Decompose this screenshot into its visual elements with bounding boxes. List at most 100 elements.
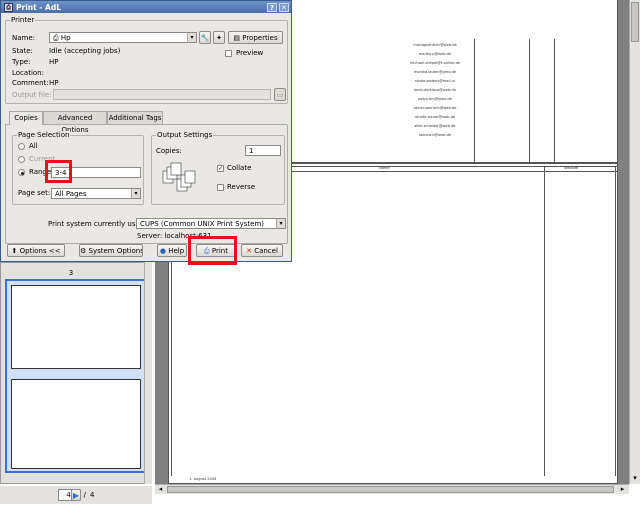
output-settings-title: Output Settings xyxy=(156,131,214,139)
range-radio[interactable] xyxy=(18,169,25,176)
page-text-line: monika.lauter@gmx.de xyxy=(413,70,457,74)
help-button[interactable]: ● Help xyxy=(157,244,187,257)
page-text-line: marika.p@web.de xyxy=(418,52,452,56)
thumbnail-page-3[interactable] xyxy=(11,285,141,369)
page-text-line: silke.scheider@web.de xyxy=(414,124,456,128)
column-header-name: Name xyxy=(379,166,390,170)
range-highlight-box xyxy=(45,160,72,183)
vertical-scrollbar[interactable]: ▴ ▾ xyxy=(629,0,640,484)
tab-copies[interactable]: Copies xyxy=(9,111,43,125)
collate-checkbox[interactable]: ✓ xyxy=(217,165,224,172)
output-file-field[interactable] xyxy=(53,89,271,100)
scroll-down-icon[interactable]: ▾ xyxy=(631,474,639,482)
column-header-website: Website xyxy=(564,166,579,170)
tab-additional-label: Additional Tags xyxy=(108,114,162,122)
dialog-title: Print - AdL xyxy=(16,2,61,12)
thumbnail-scrollbar[interactable] xyxy=(144,262,152,484)
collate-pages-icon xyxy=(161,161,203,193)
copies-value: 1 xyxy=(249,147,254,155)
all-radio[interactable] xyxy=(18,143,25,150)
page-set-label: Page set: xyxy=(18,189,51,197)
system-options-icon: ⚙ xyxy=(80,247,89,255)
state-label: State: xyxy=(12,47,33,55)
printer-tool-button[interactable]: 🔧 xyxy=(199,31,211,44)
wrench-icon: 🔧 xyxy=(200,34,210,42)
scroll-thumb[interactable] xyxy=(167,486,614,493)
folder-icon: ▭ xyxy=(276,91,284,99)
page-footer-date: 1. August 2006 xyxy=(189,477,217,481)
page-text-line: rainer.sohnsch@web.de xyxy=(413,106,457,110)
comment-value: HP xyxy=(49,79,59,87)
properties-button[interactable]: ▤ Properties xyxy=(228,31,283,44)
output-file-label: Output file: xyxy=(12,91,52,99)
chevron-down-icon: ▾ xyxy=(187,33,196,42)
page-set-select[interactable]: All Pages ▾ xyxy=(51,188,141,199)
scroll-thumb[interactable] xyxy=(631,2,639,42)
print-dialog: ⎙ Print - AdL ? ✕ Printer Name: ⎙ Hp ▾ 🔧… xyxy=(0,0,292,262)
type-label: Type: xyxy=(12,58,31,66)
print-system-select[interactable]: CUPS (Common UNIX Print System) ▾ xyxy=(136,218,286,229)
help-titlebar-icon[interactable]: ? xyxy=(267,2,277,12)
total-pages: 4 xyxy=(89,491,95,499)
all-label: All xyxy=(29,142,38,150)
page-text-line: doris.de/klaus@web.de xyxy=(414,88,456,92)
cancel-label: Cancel xyxy=(254,247,278,255)
tab-additional-tags[interactable]: Additional Tags xyxy=(107,111,163,124)
page-text-line: renate.siever@web.de xyxy=(414,115,456,119)
copies-spinbox[interactable]: 1 xyxy=(245,145,281,156)
tab-copies-label: Copies xyxy=(14,114,38,122)
dialog-titlebar[interactable]: ⎙ Print - AdL ? ✕ xyxy=(1,1,291,13)
page-text: mariaguentner@web.de marika.p@web.de micha… xyxy=(399,43,471,161)
page-selection-title: Page Selection xyxy=(17,131,71,139)
page-of-label: / xyxy=(83,491,86,499)
help-icon: ● xyxy=(159,247,169,255)
horizontal-scrollbar[interactable]: ◂ ▸ xyxy=(155,484,629,494)
state-value: Idle (accepting jobs) xyxy=(49,47,121,55)
print-system-label: Print system currently used: xyxy=(48,220,147,228)
reverse-checkbox[interactable] xyxy=(217,184,224,191)
close-icon[interactable]: ✕ xyxy=(279,2,289,12)
reverse-label: Reverse xyxy=(227,183,256,191)
arrow-up-icon: ⬆ xyxy=(11,247,20,255)
current-radio[interactable] xyxy=(18,156,25,163)
options-toggle-label: Options << xyxy=(19,247,61,255)
thumbnail-page-4[interactable] xyxy=(11,379,141,469)
page-text-line: michael.stiepel@t-online.de xyxy=(409,61,461,65)
properties-label: Properties xyxy=(242,34,278,42)
thumbnail-page-number: 3 xyxy=(68,269,74,277)
options-toggle-button[interactable]: ⬆ Options << xyxy=(7,244,65,257)
printer-name-value: Hp xyxy=(60,34,71,42)
next-page-icon[interactable]: ▶ xyxy=(71,489,81,501)
chevron-down-icon: ▾ xyxy=(131,189,140,198)
system-options-button[interactable]: ⚙ System Options xyxy=(79,244,143,257)
type-value: HP xyxy=(49,58,59,66)
help-label: Help xyxy=(168,247,185,255)
location-label: Location: xyxy=(12,69,44,77)
copies-label: Copies: xyxy=(156,147,182,155)
page-text-line: nicole.sedens@mail.ru xyxy=(414,79,456,83)
printer-app-icon: ⎙ xyxy=(4,2,13,12)
scroll-right-icon[interactable]: ▸ xyxy=(618,485,627,494)
name-label: Name: xyxy=(12,34,36,42)
page-navigator: ◀ 4 / 4 ▶ xyxy=(0,486,152,504)
wand-icon: ✦ xyxy=(216,34,222,42)
page-text-line: petra-bm@gmx.de xyxy=(418,97,452,101)
cancel-icon: ✕ xyxy=(246,247,255,255)
print-system-value: CUPS (Common UNIX Print System) xyxy=(140,220,264,228)
thumbnail-panel[interactable]: 3 xyxy=(0,262,152,484)
scroll-left-icon[interactable]: ◂ xyxy=(156,485,165,494)
page-text-line: mariaguentner@web.de xyxy=(413,43,457,47)
page-text-line: sandra.k@web.de xyxy=(418,133,452,137)
tab-advanced-options[interactable]: Advanced Options xyxy=(43,111,107,134)
cancel-button[interactable]: ✕ Cancel xyxy=(241,244,283,257)
printer-name-select[interactable]: ⎙ Hp ▾ xyxy=(49,32,197,43)
page-set-value: All Pages xyxy=(55,190,87,198)
preview-label: Preview xyxy=(236,49,264,57)
collate-label: Collate xyxy=(227,164,252,172)
chevron-down-icon: ▾ xyxy=(276,219,285,228)
printer-group-title: Printer xyxy=(10,16,36,24)
system-options-label: System Options xyxy=(88,247,143,255)
browse-file-button[interactable]: ▭ xyxy=(274,88,286,101)
preview-checkbox[interactable] xyxy=(225,50,232,57)
printer-wizard-button[interactable]: ✦ xyxy=(213,31,225,44)
